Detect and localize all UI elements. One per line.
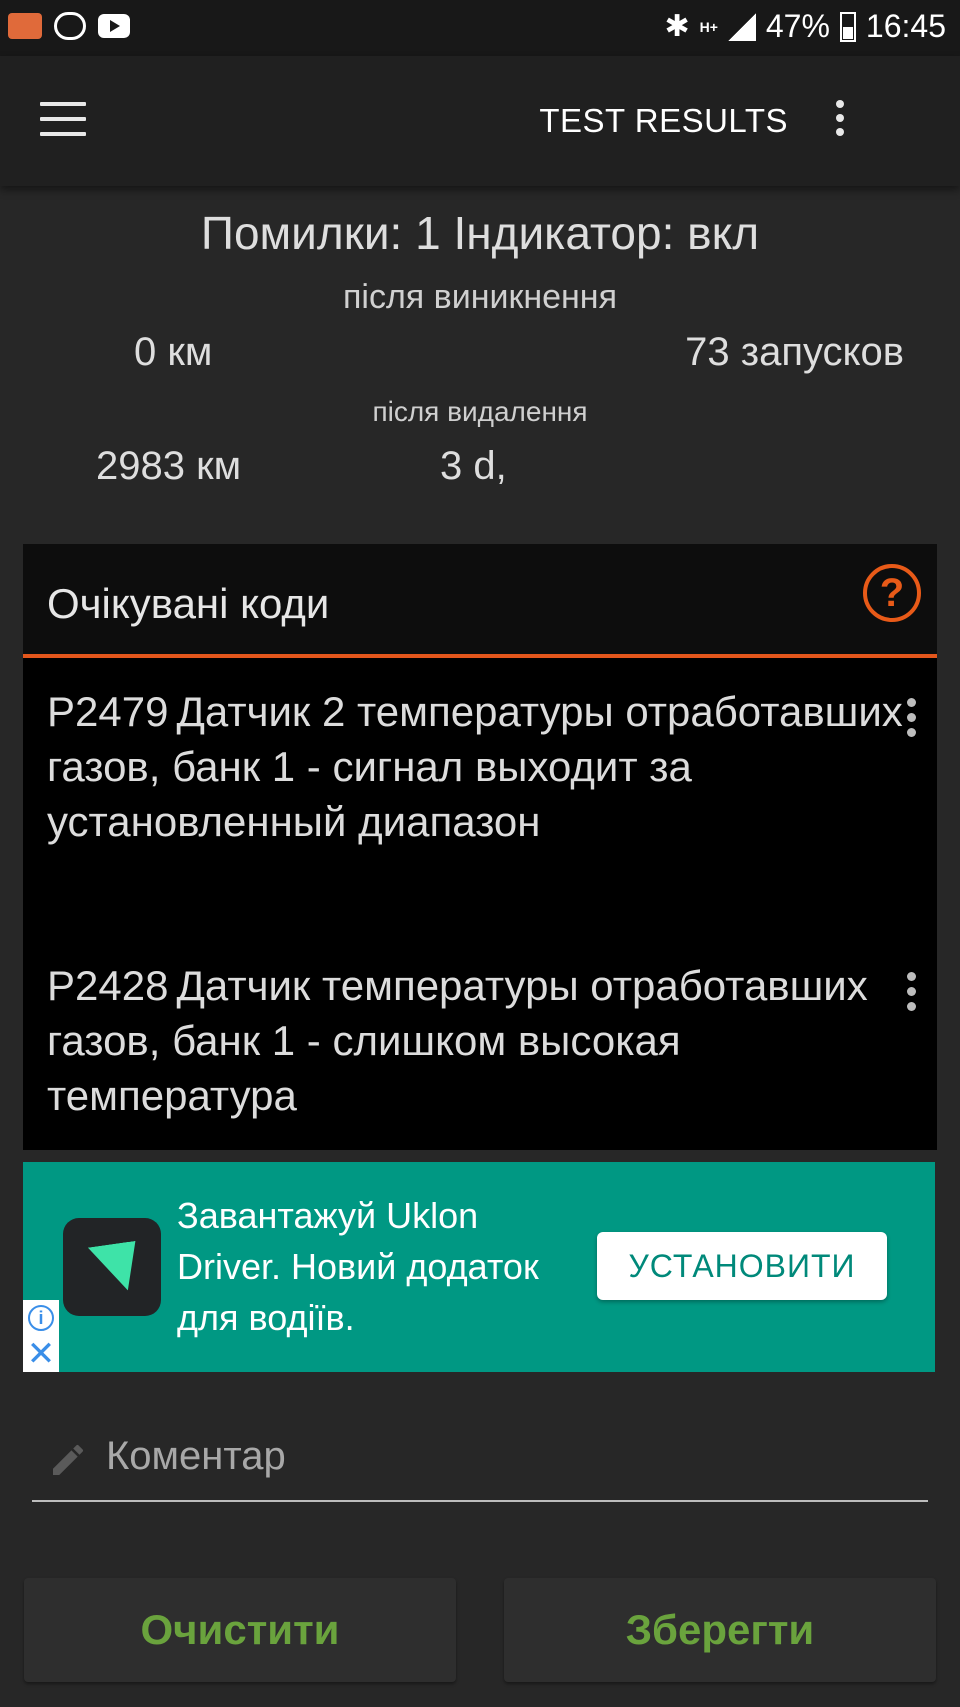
starts-count: 73 запусков [685,330,904,374]
item-overflow-menu-icon[interactable] [905,972,917,1012]
comment-field[interactable]: Коментар [32,1420,928,1502]
save-button[interactable]: Зберегти [504,1578,936,1682]
bluetooth-icon: ✱ [664,10,690,43]
status-bar-system: ✱ H+ 47% 16:45 [664,8,946,45]
info-icon: i [28,1305,54,1331]
errors-indicator-line: Помилки: 1 Індикатор: вкл [200,207,760,259]
weather-notification-icon [54,12,86,40]
clock: 16:45 [865,8,946,44]
status-bar: ✱ H+ 47% 16:45 [0,0,960,56]
pencil-icon [53,1444,84,1475]
distance-since-deletion: 2983 км [96,444,242,488]
dtc-description: Датчик температуры отработавших газов, б… [47,962,868,1119]
dtc-description: Датчик 2 температуры отработавших газов,… [47,688,903,845]
network-type-icon: H+ [699,18,718,35]
pending-codes-card: Очікувані коди ? P2479 Датчик 2 температу… [23,544,937,1150]
comment-placeholder: Коментар [106,1434,286,1478]
dtc-code: P2479 [47,688,169,735]
status-bar-notifications [8,12,130,40]
folder-notification-icon [8,13,42,39]
list-item[interactable]: P2479 Датчик 2 температуры отработавших г… [47,684,916,849]
summary-section: Помилки: 1 Індикатор: вкл після виникнен… [0,186,960,546]
overflow-menu-icon[interactable] [834,100,846,140]
app-bar: TEST RESULTS [0,56,960,186]
install-button[interactable]: УСТАНОВИТИ [597,1232,887,1300]
after-deletion-label: після видалення [372,396,588,427]
battery-icon [839,11,856,42]
uklon-app-logo[interactable] [63,1218,161,1316]
pending-codes-header: Очікувані коди ? [23,544,937,658]
ad-info-icon[interactable]: i [23,1300,59,1336]
signal-icon [727,12,756,41]
distance-since-occurrence: 0 км [134,330,213,374]
ad-banner[interactable]: Завантажуй Uklon Driver. Новий додаток д… [23,1162,935,1372]
menu-icon[interactable] [40,102,86,136]
youtube-notification-icon [98,14,130,38]
dtc-code: P2428 [47,962,169,1009]
test-results-action[interactable]: TEST RESULTS [539,102,788,140]
ad-close-icon[interactable]: ✕ [23,1336,59,1372]
item-overflow-menu-icon[interactable] [905,698,917,738]
pending-codes-title: Очікувані коди [47,580,330,627]
days-since-deletion: 3 d, [440,444,507,488]
ad-text[interactable]: Завантажуй Uklon Driver. Новий додаток д… [177,1190,577,1343]
battery-percent: 47% [765,8,830,44]
list-item[interactable]: P2428 Датчик температуры отработавших газ… [47,958,916,1123]
clear-button[interactable]: Очистити [24,1578,456,1682]
help-icon[interactable]: ? [863,564,921,622]
after-occurrence-label: після виникнення [342,278,617,316]
